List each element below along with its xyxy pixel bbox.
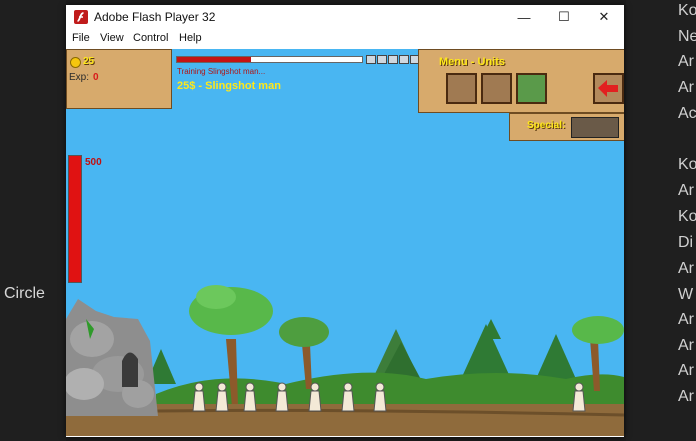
units-menu-panel: Menu - Units bbox=[418, 49, 624, 113]
bg-text-7: Ar bbox=[678, 182, 694, 199]
bg-text-5: Ac bbox=[678, 105, 696, 122]
bg-text-2: Ne bbox=[678, 28, 696, 45]
maximize-button[interactable]: ☐ bbox=[544, 5, 584, 29]
menu-bar: File View Control Help bbox=[66, 29, 624, 49]
meteor-special-button[interactable] bbox=[571, 117, 619, 138]
training-progress-bar bbox=[176, 56, 363, 63]
bg-text-8: Ko bbox=[678, 208, 696, 225]
bg-text-14: Ar bbox=[678, 362, 694, 379]
minimize-button[interactable]: — bbox=[504, 5, 544, 29]
bg-text-12: Ar bbox=[678, 311, 694, 328]
back-arrow-button[interactable] bbox=[593, 73, 624, 104]
dino-rider-button[interactable] bbox=[516, 73, 547, 104]
gold-amount: 25 bbox=[83, 56, 95, 67]
menu-file[interactable]: File bbox=[72, 32, 90, 44]
gold-coin-icon bbox=[70, 57, 81, 68]
flash-player-window: Adobe Flash Player 32 — ☐ ✕ File View Co… bbox=[66, 5, 624, 437]
queue-slot-2 bbox=[377, 55, 387, 64]
queue-slot-4 bbox=[399, 55, 409, 64]
special-label: Special: bbox=[527, 120, 566, 131]
bg-text-9: Di bbox=[678, 234, 694, 251]
title-bar[interactable]: Adobe Flash Player 32 — ☐ ✕ bbox=[66, 5, 624, 29]
exp-label: Exp: bbox=[69, 72, 90, 83]
queue-slot-1 bbox=[366, 55, 376, 64]
bg-text-4: Ar bbox=[678, 79, 694, 96]
desktop-left-area bbox=[0, 0, 66, 441]
window-title: Adobe Flash Player 32 bbox=[94, 10, 216, 24]
menu-control[interactable]: Control bbox=[133, 32, 168, 44]
special-panel: Special: bbox=[509, 113, 624, 141]
close-button[interactable]: ✕ bbox=[584, 5, 624, 29]
bg-text-3: Ar bbox=[678, 53, 694, 70]
stats-panel: 25 Exp: 0 bbox=[66, 49, 172, 109]
game-canvas[interactable]: 25 Exp: 0 Training Slingshot man... 25$ … bbox=[66, 49, 624, 436]
flash-logo-icon bbox=[74, 10, 88, 24]
training-progress-fill bbox=[177, 57, 251, 62]
base-health-value: 500 bbox=[85, 157, 102, 168]
bg-text-6: Ko bbox=[678, 156, 696, 173]
menu-units-title: Menu - Units bbox=[439, 56, 505, 68]
slingshot-man-button[interactable] bbox=[481, 73, 512, 104]
base-health-bar bbox=[68, 155, 82, 283]
bg-text-10: Ar bbox=[678, 260, 694, 277]
bg-text-1: Ko bbox=[678, 2, 696, 19]
club-man-button[interactable] bbox=[446, 73, 477, 104]
menu-view[interactable]: View bbox=[100, 32, 124, 44]
queue-slot-3 bbox=[388, 55, 398, 64]
bg-text-11: W bbox=[678, 286, 694, 303]
training-status: Training Slingshot man... bbox=[177, 67, 266, 76]
bg-text-13: Ar bbox=[678, 337, 694, 354]
left-arrow-icon bbox=[598, 80, 618, 97]
menu-help[interactable]: Help bbox=[179, 32, 202, 44]
background-circle-label: Circle bbox=[4, 285, 45, 302]
bg-text-15: Ar bbox=[678, 388, 694, 405]
exp-value: 0 bbox=[93, 72, 99, 83]
unit-info: 25$ - Slingshot man bbox=[177, 80, 281, 92]
